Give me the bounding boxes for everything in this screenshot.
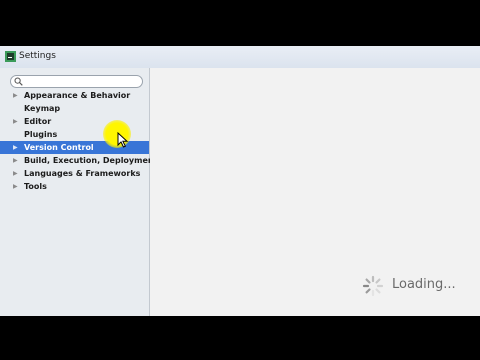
tree-item-keymap[interactable]: Keymap — [0, 102, 149, 115]
expand-arrow-icon[interactable]: ▶ — [13, 141, 18, 154]
loading-indicator: Loading... — [362, 272, 462, 300]
tree-item-label: Keymap — [24, 104, 61, 113]
expand-arrow-icon[interactable]: ▶ — [13, 154, 18, 167]
tree-item-label: Editor — [24, 117, 52, 126]
app-icon — [5, 51, 16, 62]
search-icon — [14, 77, 23, 86]
tree-item-label: Version Control — [24, 143, 94, 152]
expand-arrow-icon[interactable]: ▶ — [13, 167, 18, 180]
tree-item-appearance-behavior[interactable]: ▶ Appearance & Behavior — [0, 89, 149, 102]
tree-item-label: Languages & Frameworks — [24, 169, 141, 178]
settings-content-panel: Loading... — [150, 68, 480, 316]
expand-arrow-icon[interactable]: ▶ — [13, 180, 18, 193]
search-input[interactable] — [10, 75, 143, 88]
tree-item-languages-frameworks[interactable]: ▶ Languages & Frameworks — [0, 167, 149, 180]
settings-sidebar: ▶ Appearance & Behavior Keymap ▶ Editor … — [0, 68, 157, 316]
title-bar[interactable]: Settings — [0, 46, 480, 69]
expand-arrow-icon[interactable]: ▶ — [13, 115, 18, 128]
loading-spinner-icon — [362, 275, 384, 297]
tree-item-label: Build, Execution, Deployment — [24, 156, 158, 165]
tree-item-tools[interactable]: ▶ Tools — [0, 180, 149, 193]
settings-window: Settings ▶ Appearance & Behavior Keymap … — [0, 46, 480, 316]
loading-text: Loading... — [392, 277, 456, 292]
tree-item-label: Appearance & Behavior — [24, 91, 131, 100]
tree-item-label: Tools — [24, 182, 47, 191]
tree-item-label: Plugins — [24, 130, 58, 139]
expand-arrow-icon[interactable]: ▶ — [13, 89, 18, 102]
tree-item-build-execution-deployment[interactable]: ▶ Build, Execution, Deployment — [0, 154, 157, 167]
mouse-cursor-icon — [117, 132, 129, 148]
window-title: Settings — [19, 51, 56, 61]
